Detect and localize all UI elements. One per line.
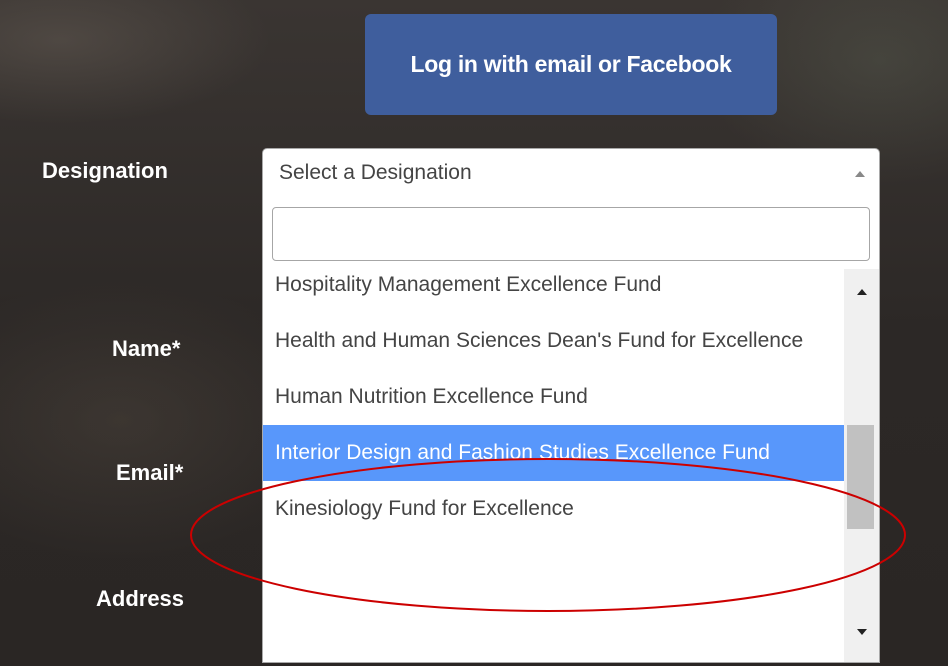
designation-option-selected[interactable]: Interior Design and Fashion Studies Exce… bbox=[263, 425, 844, 481]
chevron-up-icon bbox=[855, 171, 865, 177]
email-label: Email* bbox=[116, 460, 184, 485]
designation-label: Designation bbox=[42, 158, 168, 183]
address-label: Address bbox=[96, 586, 185, 611]
designation-select-value: Select a Designation bbox=[279, 161, 472, 184]
name-label: Name* bbox=[112, 336, 181, 361]
designation-select[interactable]: Select a Designation bbox=[262, 148, 880, 200]
scroll-up-arrow-icon[interactable] bbox=[857, 289, 867, 295]
login-email-facebook-button[interactable]: Log in with email or Facebook bbox=[365, 14, 777, 115]
designation-options-list[interactable]: Hospitality Management Excellence Fund He… bbox=[263, 269, 844, 662]
designation-option[interactable]: Human Nutrition Excellence Fund bbox=[263, 369, 844, 425]
designation-option[interactable]: Hospitality Management Excellence Fund bbox=[263, 269, 844, 313]
dropdown-scrollbar[interactable] bbox=[844, 269, 879, 662]
designation-option[interactable]: Kinesiology Fund for Excellence bbox=[263, 481, 844, 537]
scroll-down-arrow-icon[interactable] bbox=[857, 629, 867, 635]
designation-option[interactable]: Health and Human Sciences Dean's Fund fo… bbox=[263, 313, 844, 369]
designation-dropdown: Hospitality Management Excellence Fund He… bbox=[262, 199, 880, 663]
login-button-label: Log in with email or Facebook bbox=[410, 51, 732, 77]
designation-search-input[interactable] bbox=[272, 207, 870, 261]
scrollbar-thumb[interactable] bbox=[847, 425, 874, 529]
